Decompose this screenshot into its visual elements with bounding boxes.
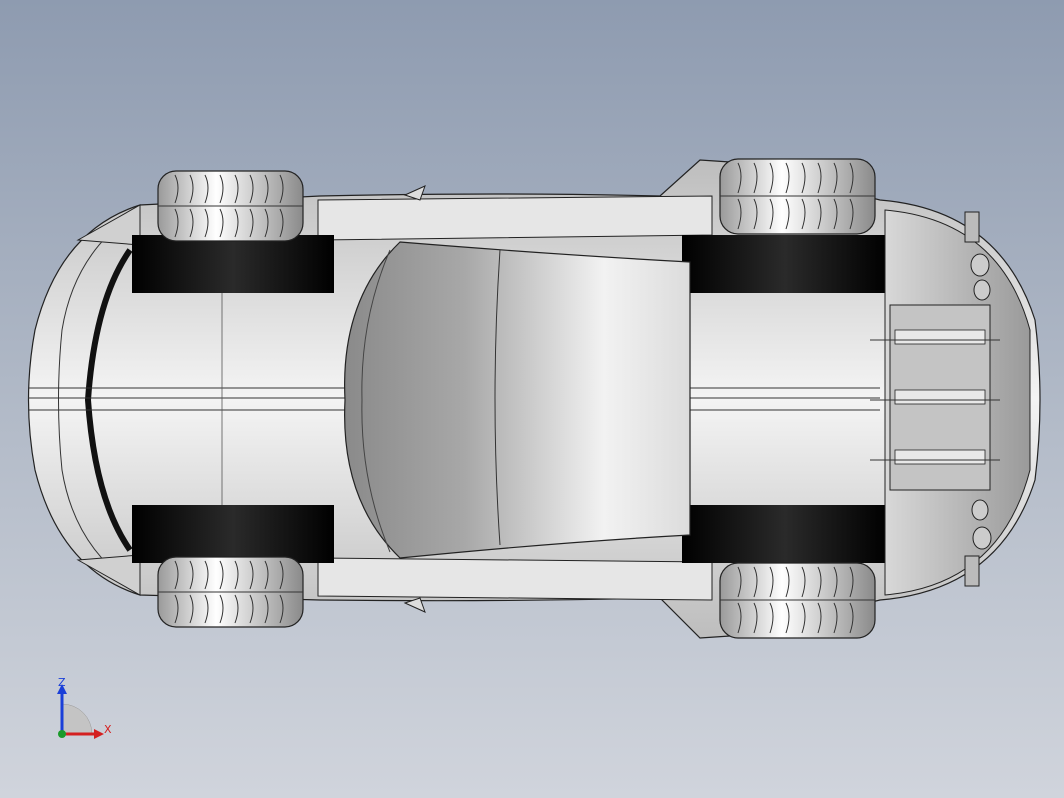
orientation-triad: Z X [57, 676, 112, 739]
front-wheel-left[interactable] [157, 170, 304, 242]
rear-wheel-left[interactable] [719, 158, 876, 235]
triad-origin [58, 730, 66, 738]
z-axis-label: Z [58, 676, 66, 689]
cockpit-canopy[interactable] [344, 241, 691, 559]
x-axis-arrowhead [94, 729, 104, 739]
triad-quadrant [61, 703, 93, 735]
front-wheel-right[interactable] [157, 556, 304, 628]
x-axis-label: X [104, 723, 112, 736]
model-viewport[interactable] [0, 0, 1064, 798]
rear-wheel-right[interactable] [719, 562, 876, 639]
